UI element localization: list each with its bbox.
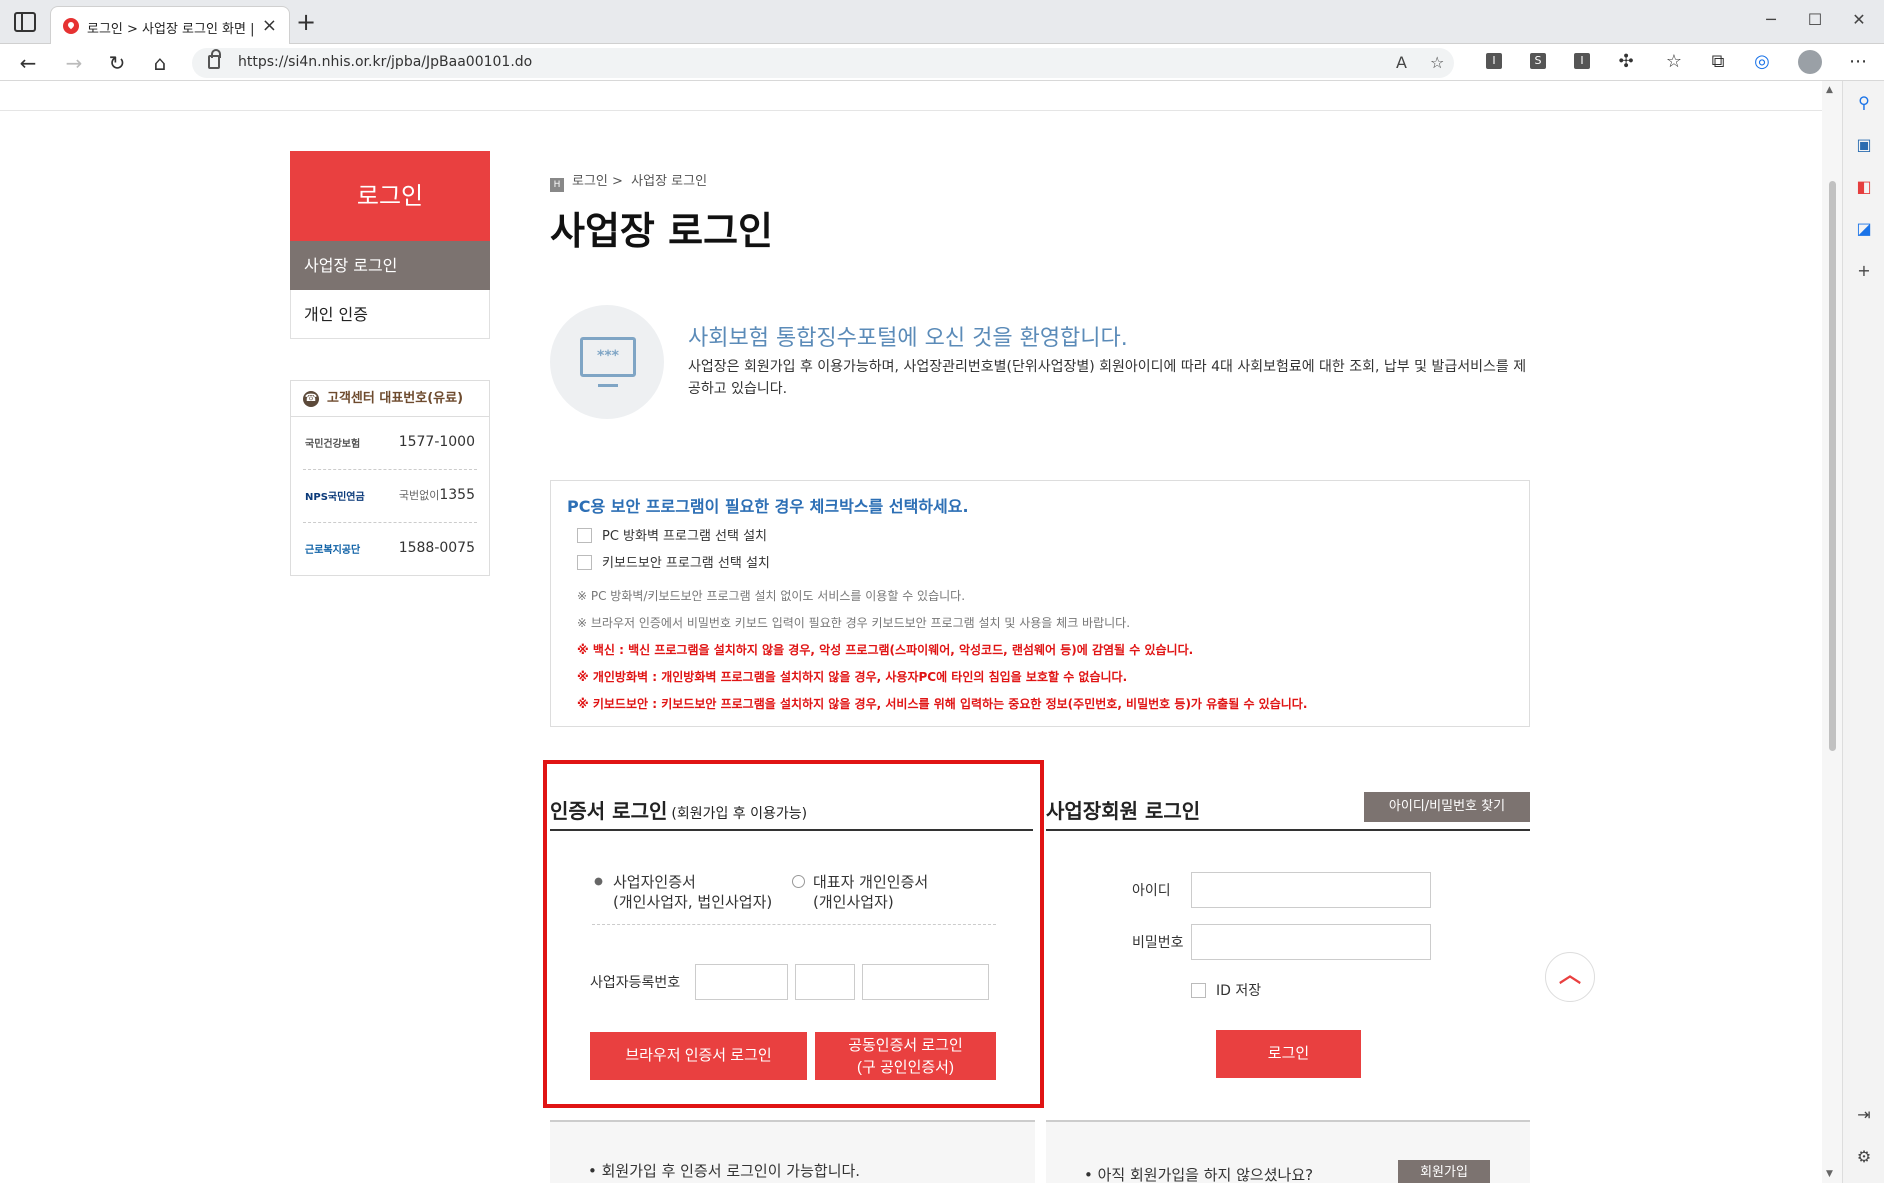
welcome-title: 사회보험 통합징수포털에 오신 것을 환영합니다. <box>688 326 1128 351</box>
outlook-icon[interactable]: ◪ <box>1854 219 1874 239</box>
refresh-icon[interactable]: ↻ <box>103 51 131 75</box>
settings-more-icon[interactable]: ⋯ <box>1846 51 1870 72</box>
lock-icon[interactable] <box>208 49 221 69</box>
scroll-thumb[interactable] <box>1829 181 1836 751</box>
nps-logo: NPS국민연금 <box>305 492 365 503</box>
breadcrumb-current: 사업장 로그인 <box>631 174 708 189</box>
cs-row-nhis: 국민건강보험 1577-1000 <box>303 417 477 470</box>
profile-avatar[interactable] <box>1798 50 1822 74</box>
browser-tab[interactable]: 로그인 > 사업장 로그인 화면 | h × <box>50 6 290 44</box>
browser-essentials-icon[interactable]: ◎ <box>1750 51 1774 72</box>
breadcrumb-home-icon[interactable]: H <box>550 178 564 192</box>
extension-2-icon[interactable]: I <box>1574 53 1590 69</box>
tab-title: 로그인 > 사업장 로그인 화면 | h <box>87 22 257 37</box>
extension-1-icon[interactable]: I <box>1486 53 1502 69</box>
cs-number: 국번없이1355 <box>398 487 475 503</box>
favorite-star-icon[interactable]: ☆ <box>1430 53 1444 72</box>
extensions-icon[interactable]: ✣ <box>1614 51 1638 72</box>
security-title: PC용 보안 프로그램이 필요한 경우 체크박스를 선택하세요. <box>567 497 969 516</box>
scroll-up-icon[interactable]: ▲ <box>1826 85 1833 95</box>
id-save-checkbox[interactable]: ID 저장 <box>1191 980 1261 1000</box>
kcomwel-logo: 근로복지공단 <box>305 545 361 556</box>
page-scrollbar[interactable]: ▲ ▼ <box>1822 81 1842 1183</box>
id-input[interactable] <box>1191 872 1431 908</box>
phone-icon: ☎ <box>303 391 319 407</box>
extension-s-icon[interactable]: S <box>1530 53 1546 69</box>
cs-row-nps: NPS국민연금 국번없이1355 <box>303 470 477 523</box>
cs-number: 1577-1000 <box>398 434 475 450</box>
password-label: 비밀번호 <box>1132 935 1184 951</box>
cert-login-highlight <box>543 760 1044 1108</box>
member-login-title: 사업장회원 로그인 <box>1046 799 1201 823</box>
header-divider <box>0 110 1822 111</box>
read-aloud-icon[interactable]: A <box>1396 53 1407 72</box>
cs-number: 1588-0075 <box>398 540 475 556</box>
scroll-down-icon[interactable]: ▼ <box>1826 1169 1833 1179</box>
office-icon[interactable]: ◧ <box>1854 177 1874 197</box>
find-id-password-button[interactable]: 아이디/비밀번호 찾기 <box>1364 792 1530 822</box>
breadcrumb: H 로그인 > 사업장 로그인 <box>550 170 707 192</box>
forward-icon[interactable]: → <box>60 51 88 75</box>
left-nav-title: 로그인 <box>290 151 490 241</box>
join-button[interactable]: 회원가입 <box>1398 1160 1490 1183</box>
new-tab-icon[interactable]: + <box>296 8 316 36</box>
address-bar: ← → ↻ ⌂ https://si4n.nhis.or.kr/jpba/JpB… <box>0 44 1884 81</box>
url-text: https://si4n.nhis.or.kr/jpba/JpBaa00101.… <box>238 54 533 70</box>
id-label: 아이디 <box>1132 883 1171 899</box>
left-nav-item-personal-auth[interactable]: 개인 인증 <box>290 290 490 339</box>
security-program-box: PC용 보안 프로그램이 필요한 경우 체크박스를 선택하세요. PC 방화벽 … <box>550 480 1530 727</box>
search-icon[interactable]: ⚲ <box>1854 93 1874 113</box>
customer-center-title: ☎ 고객센터 대표번호(유료) <box>291 381 489 417</box>
hide-sidebar-icon[interactable]: ⇥ <box>1854 1105 1874 1125</box>
home-icon[interactable]: ⌂ <box>146 51 174 75</box>
maximize-icon[interactable]: ☐ <box>1800 10 1830 29</box>
password-input[interactable] <box>1191 924 1431 960</box>
edge-sidebar: ⚲ ▣ ◧ ◪ + ⇥ ⚙ <box>1842 81 1884 1183</box>
cert-info-text: • 회원가입 후 인증서 로그인이 가능합니다. <box>588 1162 861 1180</box>
join-info-text: • 아직 회원가입을 하지 않으셨나요? <box>1084 1166 1314 1183</box>
minimize-icon[interactable]: ─ <box>1756 10 1786 29</box>
nhis-favicon-icon <box>63 18 79 34</box>
security-warning: ※ 개인방화벽 : 개인방화벽 프로그램을 설치하지 않을 경우, 사용자PC에… <box>577 670 1128 684</box>
left-nav: 로그인 사업장 로그인 개인 인증 <box>290 151 490 339</box>
nhis-logo: 국민건강보험 <box>305 439 361 450</box>
collections-icon[interactable]: ⧉ <box>1706 51 1730 72</box>
security-note: ※ 브라우저 인증에서 비밀번호 키보드 입력이 필요한 경우 키보드보안 프로… <box>577 616 1131 630</box>
member-login-button[interactable]: 로그인 <box>1216 1030 1361 1078</box>
tab-actions-icon[interactable] <box>14 12 36 32</box>
favorites-icon[interactable]: ☆ <box>1662 51 1686 72</box>
window-close-icon[interactable]: ✕ <box>1844 10 1874 29</box>
firewall-checkbox[interactable]: PC 방화벽 프로그램 선택 설치 <box>577 525 767 544</box>
monitor-icon: *** <box>550 305 664 419</box>
tab-close-icon[interactable]: × <box>262 15 277 36</box>
welcome-description: 사업장은 회원가입 후 이용가능하며, 사업장관리번호별(단위사업장별) 회원아… <box>688 359 1527 397</box>
url-field[interactable]: https://si4n.nhis.or.kr/jpba/JpBaa00101.… <box>192 48 1454 78</box>
page-title: 사업장 로그인 <box>550 209 773 253</box>
add-sidebar-icon[interactable]: + <box>1854 261 1874 281</box>
left-nav-item-business-login[interactable]: 사업장 로그인 <box>290 241 490 290</box>
scroll-to-top-icon[interactable]: ︿ <box>1545 952 1595 1002</box>
member-login-divider <box>1046 829 1530 831</box>
security-warning: ※ 백신 : 백신 프로그램을 설치하지 않을 경우, 악성 프로그램(스파이웨… <box>577 643 1194 657</box>
cs-row-kcomwel: 근로복지공단 1588-0075 <box>303 523 477 576</box>
shopping-icon[interactable]: ▣ <box>1854 135 1874 155</box>
security-warning: ※ 키보드보안 : 키보드보안 프로그램을 설치하지 않을 경우, 서비스를 위… <box>577 697 1308 711</box>
security-note: ※ PC 방화벽/키보드보안 프로그램 설치 없이도 서비스를 이용할 수 있습… <box>577 589 966 603</box>
sidebar-settings-icon[interactable]: ⚙ <box>1854 1147 1874 1167</box>
back-icon[interactable]: ← <box>14 51 42 75</box>
browser-titlebar: 로그인 > 사업장 로그인 화면 | h × + ─ ☐ ✕ <box>0 0 1884 44</box>
keyboard-security-checkbox[interactable]: 키보드보안 프로그램 선택 설치 <box>577 552 770 571</box>
customer-center-box: ☎ 고객센터 대표번호(유료) 국민건강보험 1577-1000 NPS국민연금… <box>290 380 490 576</box>
breadcrumb-login[interactable]: 로그인 > <box>572 174 623 189</box>
